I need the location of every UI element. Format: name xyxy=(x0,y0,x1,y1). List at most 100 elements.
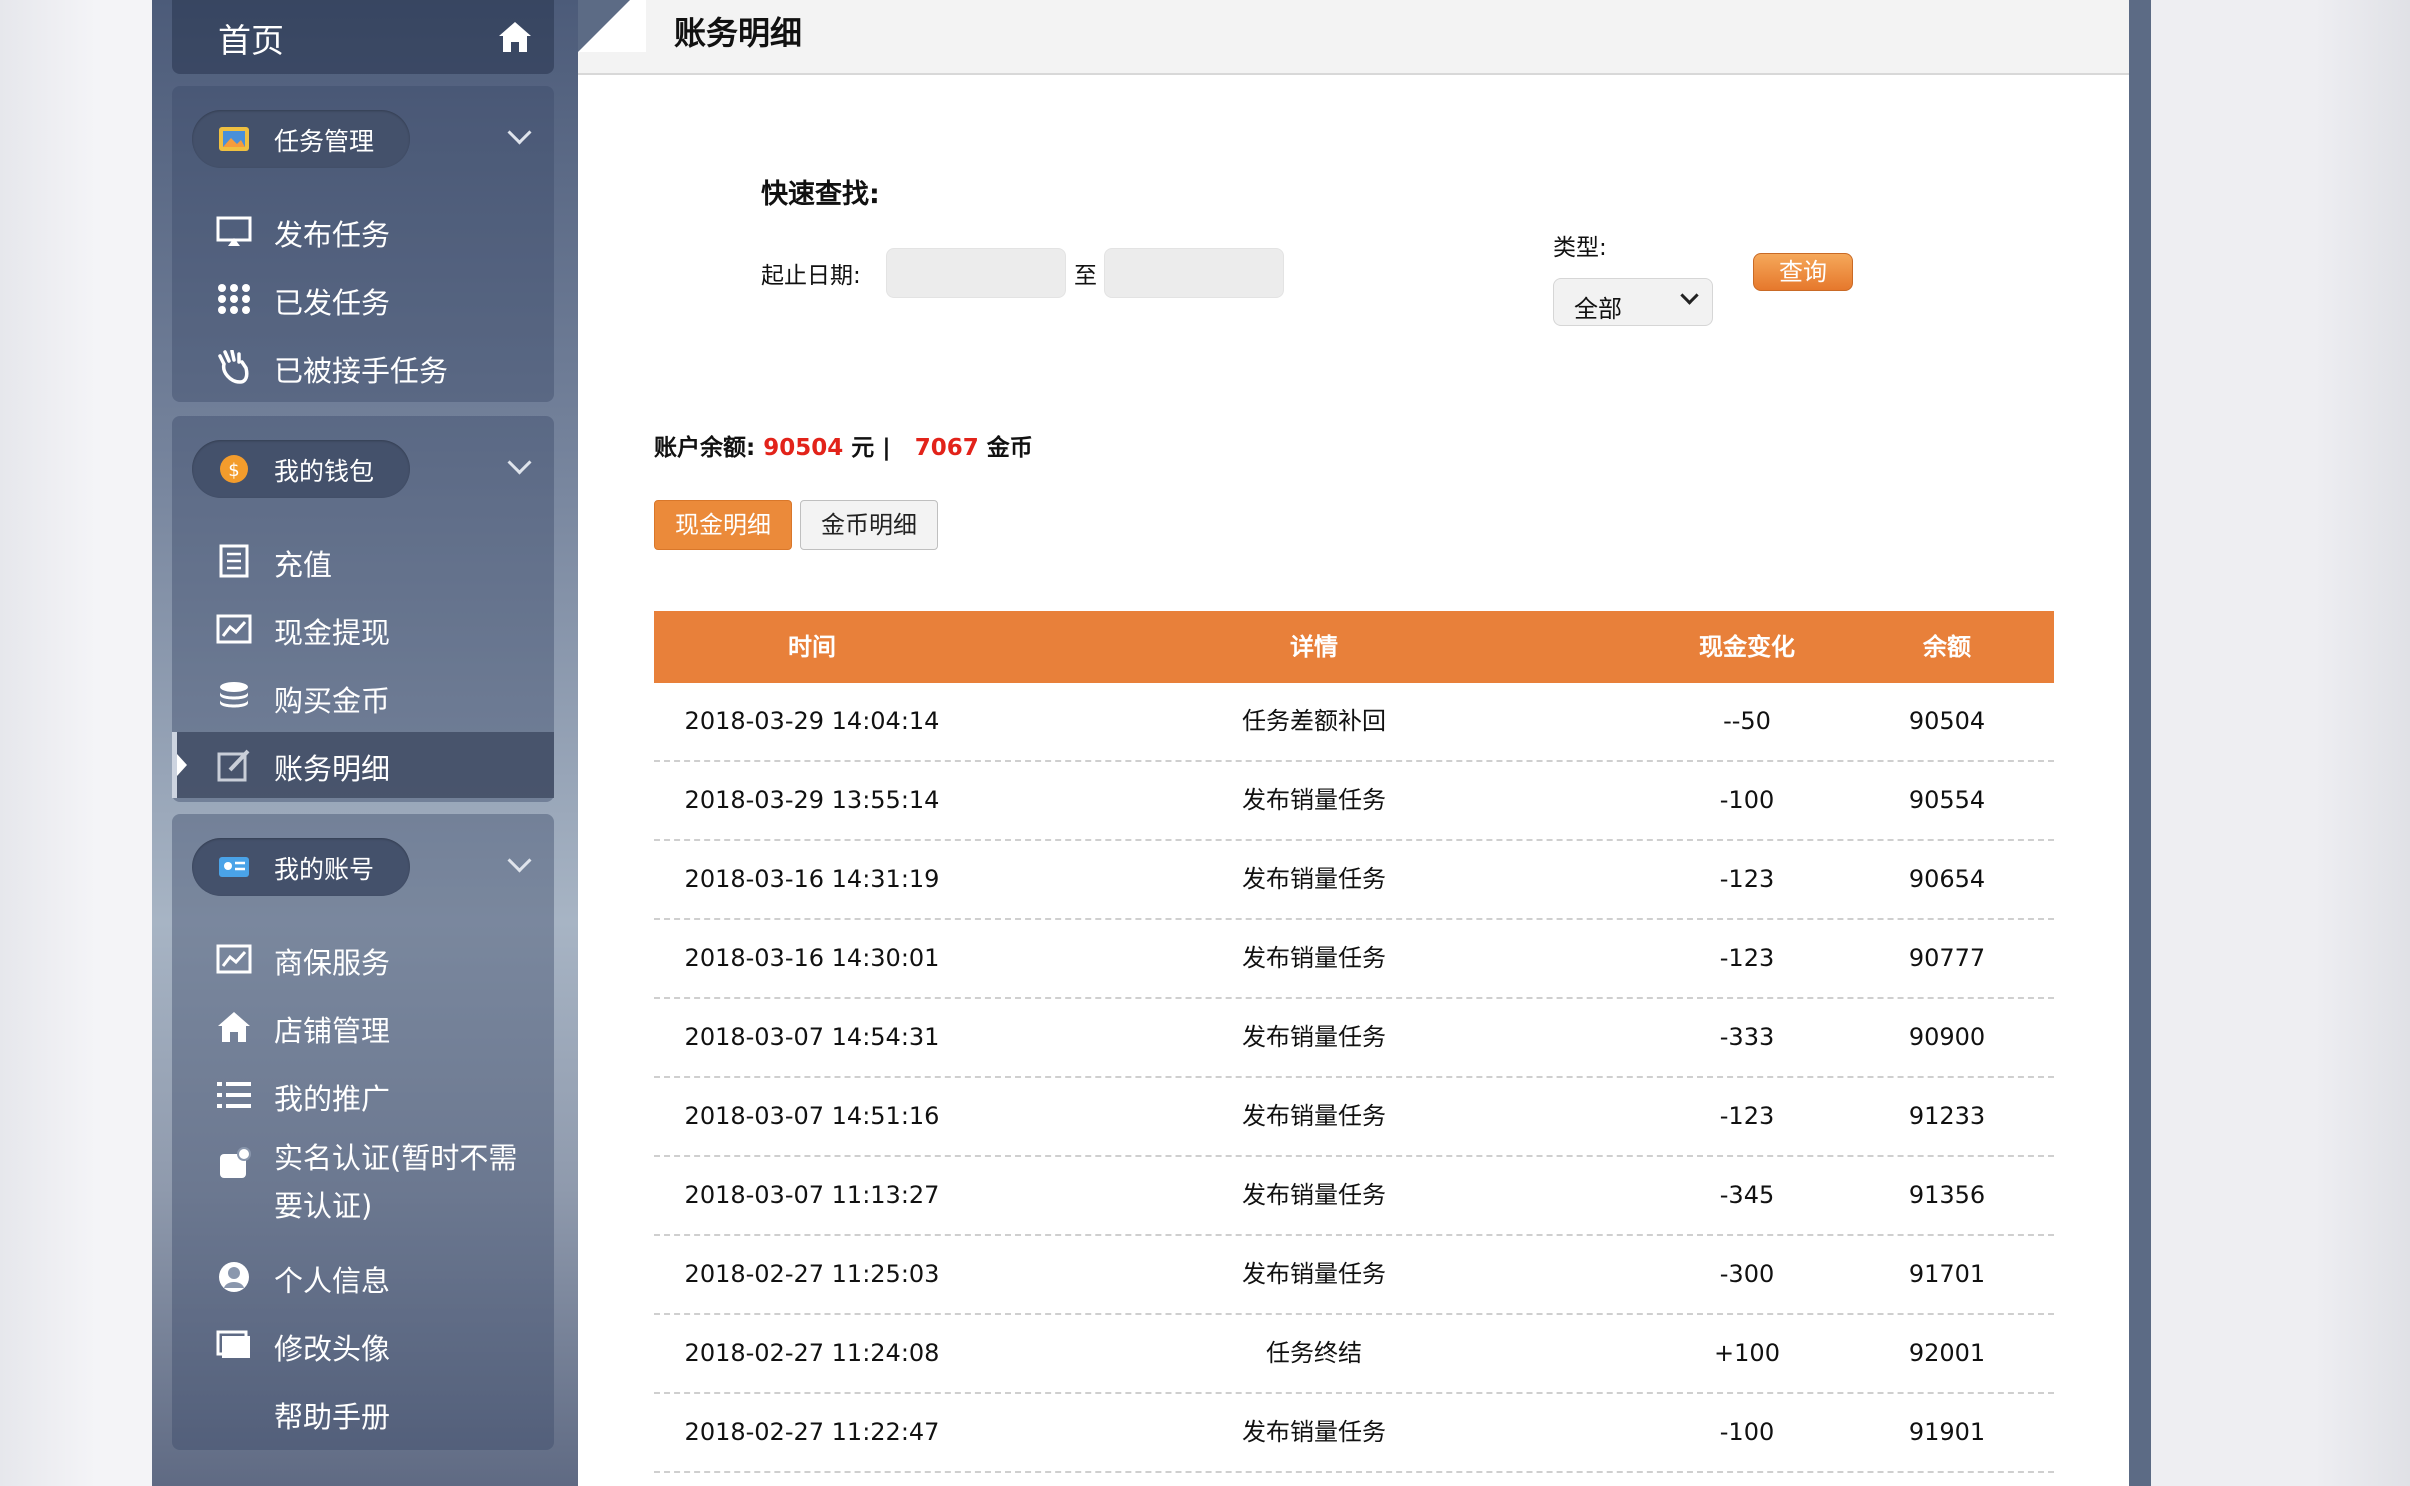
table-row: 2018-02-27 11:24:08 任务终结 +100 92001 xyxy=(654,1315,2054,1394)
sidebar-item-label: 购买金币 xyxy=(274,684,391,718)
sidebar-item-label: 我的推广 xyxy=(274,1082,391,1116)
sidebar-item-publish-task[interactable]: 发布任务 xyxy=(172,198,554,264)
row-cash-change: --50 xyxy=(1723,707,1771,735)
row-detail: 发布销量任务 xyxy=(1242,1102,1386,1130)
group-title: 任务管理 xyxy=(274,127,375,156)
row-cash-change: +100 xyxy=(1714,1339,1780,1367)
type-selected-value: 全部 xyxy=(1574,295,1622,323)
sidebar-item-accepted-tasks[interactable]: 已被接手任务 xyxy=(172,334,554,400)
sidebar-item-label: 已被接手任务 xyxy=(274,354,449,388)
window-icon xyxy=(216,1330,250,1358)
row-time: 2018-03-16 14:31:19 xyxy=(684,865,940,893)
cash-balance-value: 90504 xyxy=(763,435,844,461)
table-row: 2018-03-16 14:31:19 发布销量任务 -123 90654 xyxy=(654,841,2054,920)
sidebar-item-label: 充值 xyxy=(274,548,333,582)
row-balance: 91701 xyxy=(1908,1260,1986,1288)
sidebar-item-label: 店铺管理 xyxy=(274,1014,391,1048)
edit-icon xyxy=(217,749,250,782)
column-header: 余额 xyxy=(1923,633,1971,661)
balance-label: 账户余额: xyxy=(654,435,756,461)
sidebar-item-real-name[interactable]: 实名认证(暂时不需要认证) xyxy=(172,1130,554,1230)
table-row: 2018-03-07 14:51:16 发布销量任务 -123 91233 xyxy=(654,1078,2054,1157)
sidebar-item-help[interactable]: 帮助手册 xyxy=(172,1380,554,1446)
row-balance: 90504 xyxy=(1908,707,1986,735)
monitor-icon xyxy=(216,216,252,246)
row-time: 2018-03-29 14:04:14 xyxy=(684,707,940,735)
tab-cash-details[interactable]: 现金明细 xyxy=(654,500,792,550)
id-card-icon xyxy=(219,857,249,877)
sidebar-item-store-management[interactable]: 店铺管理 xyxy=(172,994,554,1060)
sidebar-item-insurance[interactable]: 商保服务 xyxy=(172,926,554,992)
row-balance: 90777 xyxy=(1908,944,1986,972)
coin-icon: $ xyxy=(220,455,248,483)
sidebar-item-label: 发布任务 xyxy=(274,218,391,252)
hand-icon xyxy=(218,350,249,384)
date-range-label: 起止日期: xyxy=(761,263,861,289)
sidebar-item-promotion[interactable]: 我的推广 xyxy=(172,1062,554,1128)
row-time: 2018-03-29 13:55:14 xyxy=(684,786,940,814)
transactions-table: 时间 详情 现金变化 余额 2018-03-29 14:04:14 任务差额补回 -… xyxy=(654,611,2054,1473)
cash-unit: 元 | xyxy=(851,435,891,461)
end-date-input[interactable] xyxy=(1104,248,1284,298)
sidebar: 首页 任务管理 发布任务 已发任务 已被接手任务 $ 我的钱包 充值 现金提现 … xyxy=(152,0,578,1486)
main-content: 账务明细 快速查找: 起止日期: 至 类型: 全部 查询 账户余额: 90504… xyxy=(578,0,2129,1486)
sidebar-item-buy-coins[interactable]: 购买金币 xyxy=(172,664,554,730)
home-icon xyxy=(499,22,531,52)
query-button[interactable]: 查询 xyxy=(1753,253,1853,291)
chevron-down-icon[interactable] xyxy=(507,450,532,475)
date-to-label: 至 xyxy=(1074,263,1097,289)
row-balance: 91901 xyxy=(1908,1418,1986,1446)
sidebar-item-account-details[interactable]: 账务明细 xyxy=(172,732,554,798)
sidebar-item-avatar[interactable]: 修改头像 xyxy=(172,1312,554,1378)
id-icon xyxy=(220,1147,251,1178)
sidebar-item-withdraw[interactable]: 现金提现 xyxy=(172,596,554,662)
task-management-toggle[interactable]: 任务管理 xyxy=(192,110,410,168)
type-select[interactable]: 全部 xyxy=(1553,278,1713,326)
row-detail: 发布销量任务 xyxy=(1242,944,1386,972)
title-corner xyxy=(578,0,646,52)
home-link[interactable]: 首页 xyxy=(172,0,554,74)
column-header: 时间 xyxy=(788,633,836,661)
coins-icon xyxy=(220,682,248,708)
title-bar: 账务明细 xyxy=(578,0,2129,75)
row-balance: 90900 xyxy=(1908,1023,1986,1051)
table-row: 2018-03-07 14:54:31 发布销量任务 -333 90900 xyxy=(654,999,2054,1078)
chart-icon xyxy=(216,944,252,974)
row-cash-change: -100 xyxy=(1719,1418,1775,1446)
row-detail: 发布销量任务 xyxy=(1242,786,1386,814)
row-detail: 发布销量任务 xyxy=(1242,1418,1386,1446)
table-row: 2018-03-16 14:30:01 发布销量任务 -123 90777 xyxy=(654,920,2054,999)
start-date-input[interactable] xyxy=(886,248,1066,298)
quick-search-label: 快速查找: xyxy=(761,179,880,210)
row-cash-change: -123 xyxy=(1719,944,1775,972)
row-balance: 90654 xyxy=(1908,865,1986,893)
sidebar-item-published-tasks[interactable]: 已发任务 xyxy=(172,266,554,332)
row-cash-change: -123 xyxy=(1719,1102,1775,1130)
row-detail: 发布销量任务 xyxy=(1242,1023,1386,1051)
coin-unit: 金币 xyxy=(986,435,1033,461)
wallet-toggle[interactable]: $ 我的钱包 xyxy=(192,440,410,498)
table-body: 2018-03-29 14:04:14 任务差额补回 --50 90504 2018-0… xyxy=(654,683,2054,1473)
chevron-down-icon[interactable] xyxy=(507,848,532,873)
table-row: 2018-03-07 11:13:27 发布销量任务 -345 91356 xyxy=(654,1157,2054,1236)
document-icon xyxy=(219,544,249,578)
coin-balance-value: 7067 xyxy=(914,435,979,461)
table-row: 2018-02-27 11:25:03 发布销量任务 -300 91701 xyxy=(654,1236,2054,1315)
account-toggle[interactable]: 我的账号 xyxy=(192,838,410,896)
list-icon xyxy=(217,1082,251,1108)
sidebar-item-label: 已发任务 xyxy=(274,286,391,320)
user-icon xyxy=(219,1262,249,1292)
account-panel: 我的账号 商保服务 店铺管理 我的推广 实名认证(暂时不需要认证) 个人信息 修… xyxy=(172,814,554,1450)
sidebar-item-recharge[interactable]: 充值 xyxy=(172,528,554,594)
sidebar-item-label: 实名认证(暂时不需要认证) xyxy=(274,1141,518,1223)
table-row: 2018-02-27 11:22:47 发布销量任务 -100 91901 xyxy=(654,1394,2054,1473)
row-cash-change: -123 xyxy=(1719,865,1775,893)
row-detail: 任务终结 xyxy=(1266,1339,1362,1367)
chevron-down-icon[interactable] xyxy=(507,120,532,145)
tab-coin-details[interactable]: 金币明细 xyxy=(800,500,938,550)
type-label: 类型: xyxy=(1553,235,1607,261)
row-cash-change: -100 xyxy=(1719,786,1775,814)
group-title: 我的账号 xyxy=(274,855,375,884)
sidebar-item-profile[interactable]: 个人信息 xyxy=(172,1244,554,1310)
row-balance: 92001 xyxy=(1908,1339,1986,1367)
